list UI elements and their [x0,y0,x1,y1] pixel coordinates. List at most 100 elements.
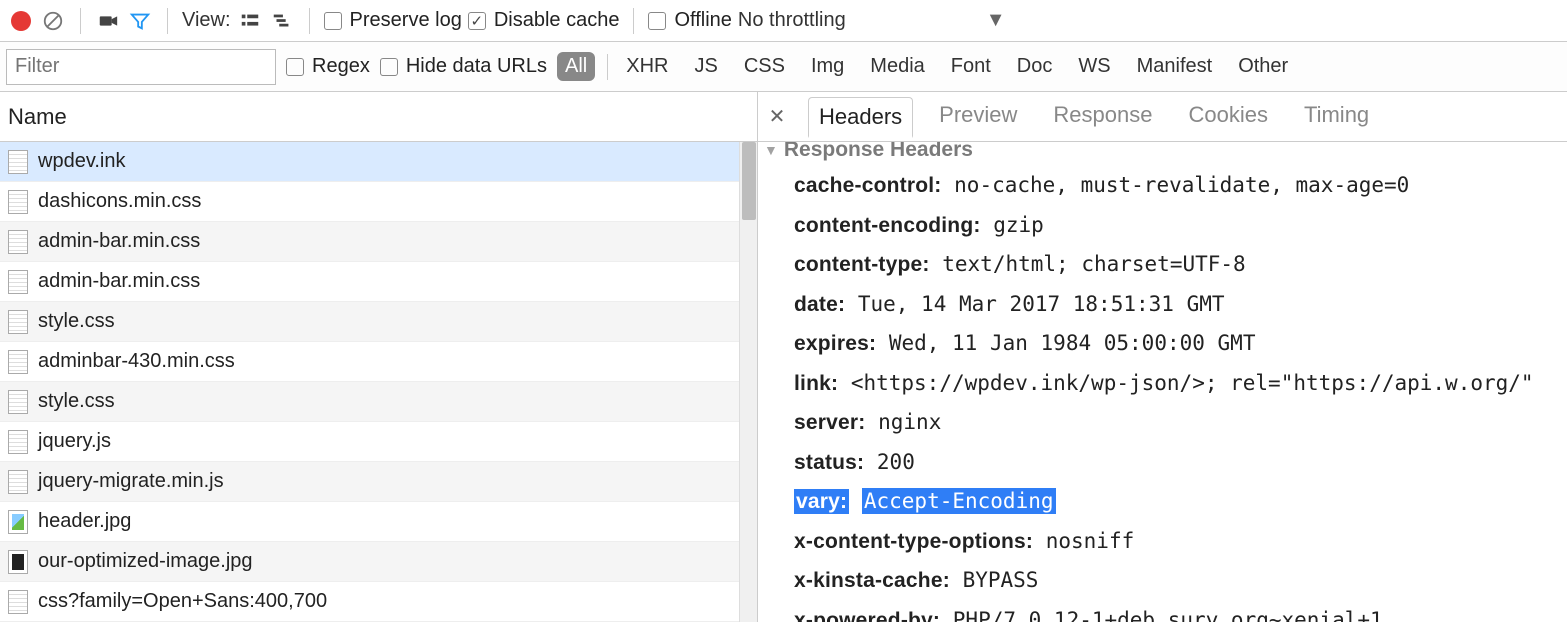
request-row[interactable]: admin-bar.min.css [0,222,757,262]
request-row[interactable]: css?family=Open+Sans:400,700 [0,582,757,622]
checkbox-icon [380,58,398,76]
network-toolbar-primary: View: Preserve log Disable cache Offline… [0,0,1567,42]
request-name: admin-bar.min.css [38,230,200,253]
header-key: status: [794,451,864,474]
camera-icon[interactable] [95,8,121,34]
request-row[interactable]: admin-bar.min.css [0,262,757,302]
hide-data-urls-toggle[interactable]: Hide data URLs [380,55,547,78]
header-row[interactable]: expires: Wed, 11 Jan 1984 05:00:00 GMT [760,324,1567,364]
request-name: jquery.js [38,430,111,453]
filter-type-doc[interactable]: Doc [1011,53,1059,80]
filter-type-xhr[interactable]: XHR [620,53,674,80]
header-value: nosniff [1046,529,1135,553]
view-label: View: [182,9,231,32]
document-icon [8,390,28,414]
offline-toggle[interactable]: Offline [648,9,731,32]
filter-type-other[interactable]: Other [1232,53,1294,80]
request-row[interactable]: jquery-migrate.min.js [0,462,757,502]
column-header-name[interactable]: Name [0,92,757,142]
filter-type-font[interactable]: Font [945,53,997,80]
header-value: Accept-Encoding [862,488,1056,514]
request-row[interactable]: adminbar-430.min.css [0,342,757,382]
filter-type-media[interactable]: Media [864,53,930,80]
document-icon [8,310,28,334]
tab-headers[interactable]: Headers [808,97,913,138]
separator [167,8,168,34]
requests-pane: Name wpdev.inkdashicons.min.css admin-bar… [0,92,758,622]
tab-cookies[interactable]: Cookies [1178,96,1277,137]
header-row[interactable]: server: nginx [760,403,1567,443]
hide-data-urls-label: Hide data URLs [406,55,547,78]
clear-icon[interactable] [40,8,66,34]
response-headers-section[interactable]: ▼ Response Headers [760,142,1567,166]
header-row[interactable]: content-encoding: gzip [760,206,1567,246]
document-icon [8,470,28,494]
tab-timing[interactable]: Timing [1294,96,1379,137]
header-row[interactable]: content-type: text/html; charset=UTF-8 [760,245,1567,285]
document-icon [8,590,28,614]
chevron-down-icon: ▼ [986,9,1006,32]
header-key: x-kinsta-cache: [794,569,950,592]
throttling-value: No throttling [738,9,846,32]
request-row[interactable]: jquery.js [0,422,757,462]
header-key: content-type: [794,253,930,276]
tab-preview[interactable]: Preview [929,96,1027,137]
document-icon [8,190,28,214]
details-tabs: ✕ Headers Preview Response Cookies Timing [758,92,1567,142]
document-icon [8,270,28,294]
disable-cache-toggle[interactable]: Disable cache [468,9,620,32]
throttling-dropdown[interactable]: No throttling ▼ [738,9,1006,32]
header-key: x-content-type-options: [794,530,1033,553]
separator [80,8,81,34]
filter-icon[interactable] [127,8,153,34]
header-value: Tue, 14 Mar 2017 18:51:31 GMT [858,292,1225,316]
header-value: no-cache, must-revalidate, max-age=0 [954,173,1409,197]
filter-type-css[interactable]: CSS [738,53,791,80]
header-value: nginx [878,410,941,434]
view-list-icon[interactable] [237,8,263,34]
header-row[interactable]: link: <https://wpdev.ink/wp-json/>; rel=… [760,364,1567,404]
scrollbar-thumb[interactable] [742,142,756,220]
request-row[interactable]: our-optimized-image.jpg [0,542,757,582]
header-row[interactable]: date: Tue, 14 Mar 2017 18:51:31 GMT [760,285,1567,325]
filter-type-all[interactable]: All [557,52,595,81]
document-icon [8,350,28,374]
filter-input[interactable] [6,49,276,85]
header-row[interactable]: x-kinsta-cache: BYPASS [760,561,1567,601]
request-row[interactable]: header.jpg [0,502,757,542]
image-icon [8,510,28,534]
record-button[interactable] [8,8,34,34]
header-row[interactable]: status: 200 [760,443,1567,483]
request-name: style.css [38,310,115,333]
header-row[interactable]: cache-control: no-cache, must-revalidate… [760,166,1567,206]
triangle-down-icon: ▼ [764,142,778,158]
filter-type-js[interactable]: JS [688,53,723,80]
request-name: style.css [38,390,115,413]
request-row[interactable]: style.css [0,382,757,422]
image-icon [8,550,28,574]
header-row[interactable]: x-content-type-options: nosniff [760,522,1567,562]
header-key: x-powered-by: [794,609,940,622]
view-waterfall-icon[interactable] [269,8,295,34]
regex-toggle[interactable]: Regex [286,55,370,78]
disable-cache-label: Disable cache [494,9,620,32]
preserve-log-toggle[interactable]: Preserve log [324,9,462,32]
request-row[interactable]: wpdev.ink [0,142,757,182]
request-row[interactable]: style.css [0,302,757,342]
filter-type-manifest[interactable]: Manifest [1131,53,1219,80]
separator [633,8,634,34]
scrollbar[interactable] [739,142,757,622]
request-name: jquery-migrate.min.js [38,470,224,493]
filter-type-ws[interactable]: WS [1072,53,1116,80]
header-row[interactable]: vary: Accept-Encoding [760,482,1567,522]
header-value: gzip [993,213,1044,237]
request-name: header.jpg [38,510,131,533]
filter-type-img[interactable]: Img [805,53,850,80]
checkbox-icon [324,12,342,30]
tab-response[interactable]: Response [1043,96,1162,137]
request-row[interactable]: dashicons.min.css [0,182,757,222]
header-row[interactable]: x-powered-by: PHP/7.0.12-1+deb.sury.org~… [760,601,1567,622]
header-value: PHP/7.0.12-1+deb.sury.org~xenial+1 [953,608,1383,622]
close-icon[interactable]: ✕ [764,104,790,130]
header-value: BYPASS [963,568,1039,592]
